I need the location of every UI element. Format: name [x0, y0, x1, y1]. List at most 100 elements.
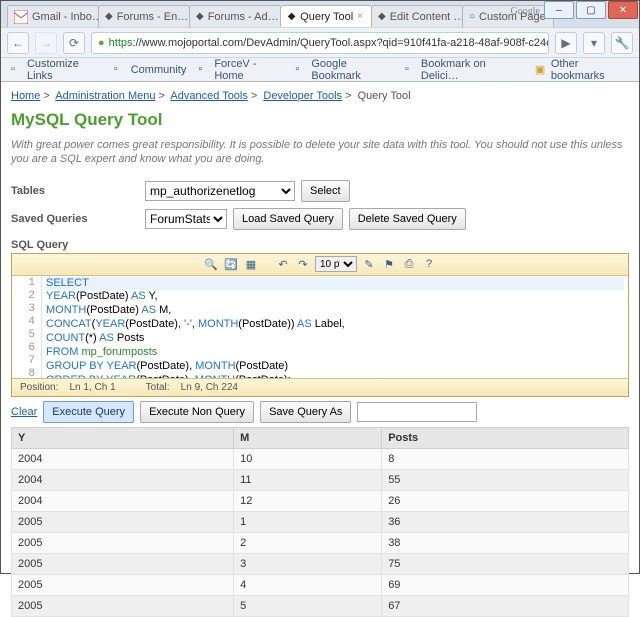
bookmark-label: Community: [131, 64, 187, 76]
bookmark-icon[interactable]: ⚑: [381, 256, 397, 272]
bookmark-customize-links[interactable]: ▫Customize Links: [7, 56, 106, 84]
snippet-icon[interactable]: ▦: [243, 256, 259, 272]
browser-tab[interactable]: Gmail - Inbo…×: [7, 5, 99, 27]
execute-query-button[interactable]: Execute Query: [43, 401, 134, 423]
window-controls: – ▢ ✕: [544, 1, 638, 19]
bookmark-community[interactable]: ▫Community: [110, 61, 191, 79]
reload-button[interactable]: ⟳: [63, 32, 85, 54]
page-icon: ▫: [11, 63, 24, 77]
window-minimize[interactable]: –: [544, 1, 574, 19]
table-row[interactable]: 2005469: [12, 574, 629, 595]
google-logo: Google: [511, 6, 540, 17]
clear-link[interactable]: Clear: [11, 406, 37, 418]
col-y[interactable]: Y: [12, 427, 234, 448]
breadcrumb-admin-menu[interactable]: Administration Menu: [55, 90, 155, 102]
cell-posts: 36: [382, 511, 629, 532]
window-close[interactable]: ✕: [608, 1, 638, 19]
bookmark-label: Bookmark on Delici…: [421, 58, 519, 82]
save-query-name-input[interactable]: [357, 402, 477, 422]
page-content: Home> Administration Menu> Advanced Tool…: [1, 82, 639, 617]
bookmark-label: Other bookmarks: [551, 58, 629, 82]
sql-text[interactable]: SELECTYEAR(PostDate) AS Y, MONTH(PostDat…: [42, 276, 628, 378]
table-row[interactable]: 2005136: [12, 511, 629, 532]
line-gutter: 123456789: [12, 276, 42, 378]
table-row[interactable]: 2005375: [12, 553, 629, 574]
browser-tab[interactable]: ◆Forums - En…×: [98, 5, 190, 27]
go-button[interactable]: ▶: [555, 32, 577, 54]
page-menu-button[interactable]: ▾: [583, 32, 605, 54]
back-button[interactable]: ←: [7, 32, 29, 54]
wrench-menu-button[interactable]: 🔧: [611, 32, 633, 54]
select-button[interactable]: Select: [301, 180, 350, 202]
bookmark-forcev[interactable]: ▫ForceV - Home: [194, 56, 287, 84]
cell-y: 2005: [12, 574, 234, 595]
undo-icon[interactable]: ↶: [275, 256, 291, 272]
delete-saved-query-button[interactable]: Delete Saved Query: [349, 208, 466, 230]
breadcrumb: Home> Administration Menu> Advanced Tool…: [11, 88, 629, 108]
cell-y: 2004: [12, 490, 234, 511]
table-row[interactable]: 20041155: [12, 469, 629, 490]
cell-y: 2005: [12, 532, 234, 553]
help-icon[interactable]: ?: [421, 256, 437, 272]
other-bookmarks[interactable]: ▣Other bookmarks: [531, 56, 633, 84]
bookmark-label: ForceV - Home: [214, 58, 283, 82]
sql-code-area[interactable]: 123456789 SELECTYEAR(PostDate) AS Y, MON…: [12, 276, 628, 378]
cell-y: 2004: [12, 448, 234, 469]
saved-queries-select[interactable]: ForumStats: [145, 209, 227, 229]
status-position: Ln 1, Ch 1: [69, 382, 115, 393]
tab-label: Query Tool: [300, 11, 353, 23]
status-total-label: Total:: [146, 382, 170, 393]
browser-tab[interactable]: ◆Forums - Ad…×: [189, 5, 281, 27]
execute-non-query-button[interactable]: Execute Non Query: [140, 401, 254, 423]
redo-icon[interactable]: ↷: [295, 256, 311, 272]
browser-tab[interactable]: ◆Edit Content …×: [371, 5, 463, 27]
cell-y: 2004: [12, 469, 234, 490]
globe-icon: ●: [98, 37, 105, 49]
status-total: Ln 9, Ch 224: [181, 382, 238, 393]
window-maximize[interactable]: ▢: [576, 1, 606, 19]
save-query-as-button[interactable]: Save Query As: [260, 401, 351, 423]
cell-m: 1: [234, 511, 382, 532]
cell-posts: 55: [382, 469, 629, 490]
bookmark-label: Google Bookmark: [311, 58, 393, 82]
tables-select[interactable]: mp_authorizenetlog: [145, 181, 295, 201]
table-row[interactable]: 2005238: [12, 532, 629, 553]
close-icon[interactable]: ×: [357, 11, 363, 22]
breadcrumb-home[interactable]: Home: [11, 90, 40, 102]
page-icon: ▫: [198, 63, 211, 77]
forward-button[interactable]: →: [35, 32, 57, 54]
editor-status-bar: Position: Ln 1, Ch 1 Total: Ln 9, Ch 224: [12, 378, 628, 396]
bookmark-delicious[interactable]: ▫Bookmark on Delici…: [401, 56, 523, 84]
cell-m: 10: [234, 448, 382, 469]
breadcrumb-developer-tools[interactable]: Developer Tools: [263, 90, 342, 102]
print-icon[interactable]: ⎙: [401, 256, 417, 272]
site-favicon-icon: ◆: [378, 10, 386, 24]
table-row[interactable]: 2005567: [12, 595, 629, 616]
replace-icon[interactable]: 🔄: [223, 256, 239, 272]
font-size-select[interactable]: 10 pt: [315, 256, 357, 272]
browser-chrome: Google – ▢ ✕ Gmail - Inbo…× ◆Forums - En…: [1, 1, 639, 82]
table-row[interactable]: 20041226: [12, 490, 629, 511]
url-protocol: https: [109, 37, 133, 49]
table-row[interactable]: 2004108: [12, 448, 629, 469]
col-m[interactable]: M: [234, 427, 382, 448]
cell-m: 2: [234, 532, 382, 553]
page-icon: ▫: [114, 63, 128, 77]
results-table: Y M Posts 200410820041155200412262005136…: [11, 427, 629, 617]
find-icon[interactable]: 🔍: [203, 256, 219, 272]
query-actions: Clear Execute Query Execute Non Query Sa…: [11, 397, 629, 427]
breadcrumb-advanced-tools[interactable]: Advanced Tools: [170, 90, 247, 102]
address-bar[interactable]: ● https://www.mojoportal.com/DevAdmin/Qu…: [91, 32, 549, 54]
browser-tab[interactable]: ○Custom Page: [462, 5, 554, 27]
cell-m: 4: [234, 574, 382, 595]
cell-y: 2005: [12, 553, 234, 574]
page-title: MySQL Query Tool: [11, 108, 629, 138]
col-posts[interactable]: Posts: [382, 427, 629, 448]
load-saved-query-button[interactable]: Load Saved Query: [233, 208, 343, 230]
highlight-icon[interactable]: ✎: [361, 256, 377, 272]
tab-label: Edit Content …: [390, 11, 463, 23]
browser-tab-active[interactable]: ◆Query Tool×: [280, 5, 372, 27]
browser-nav-row: ← → ⟳ ● https://www.mojoportal.com/DevAd…: [1, 27, 639, 57]
cell-m: 3: [234, 553, 382, 574]
bookmark-google[interactable]: ▫Google Bookmark: [291, 56, 397, 84]
